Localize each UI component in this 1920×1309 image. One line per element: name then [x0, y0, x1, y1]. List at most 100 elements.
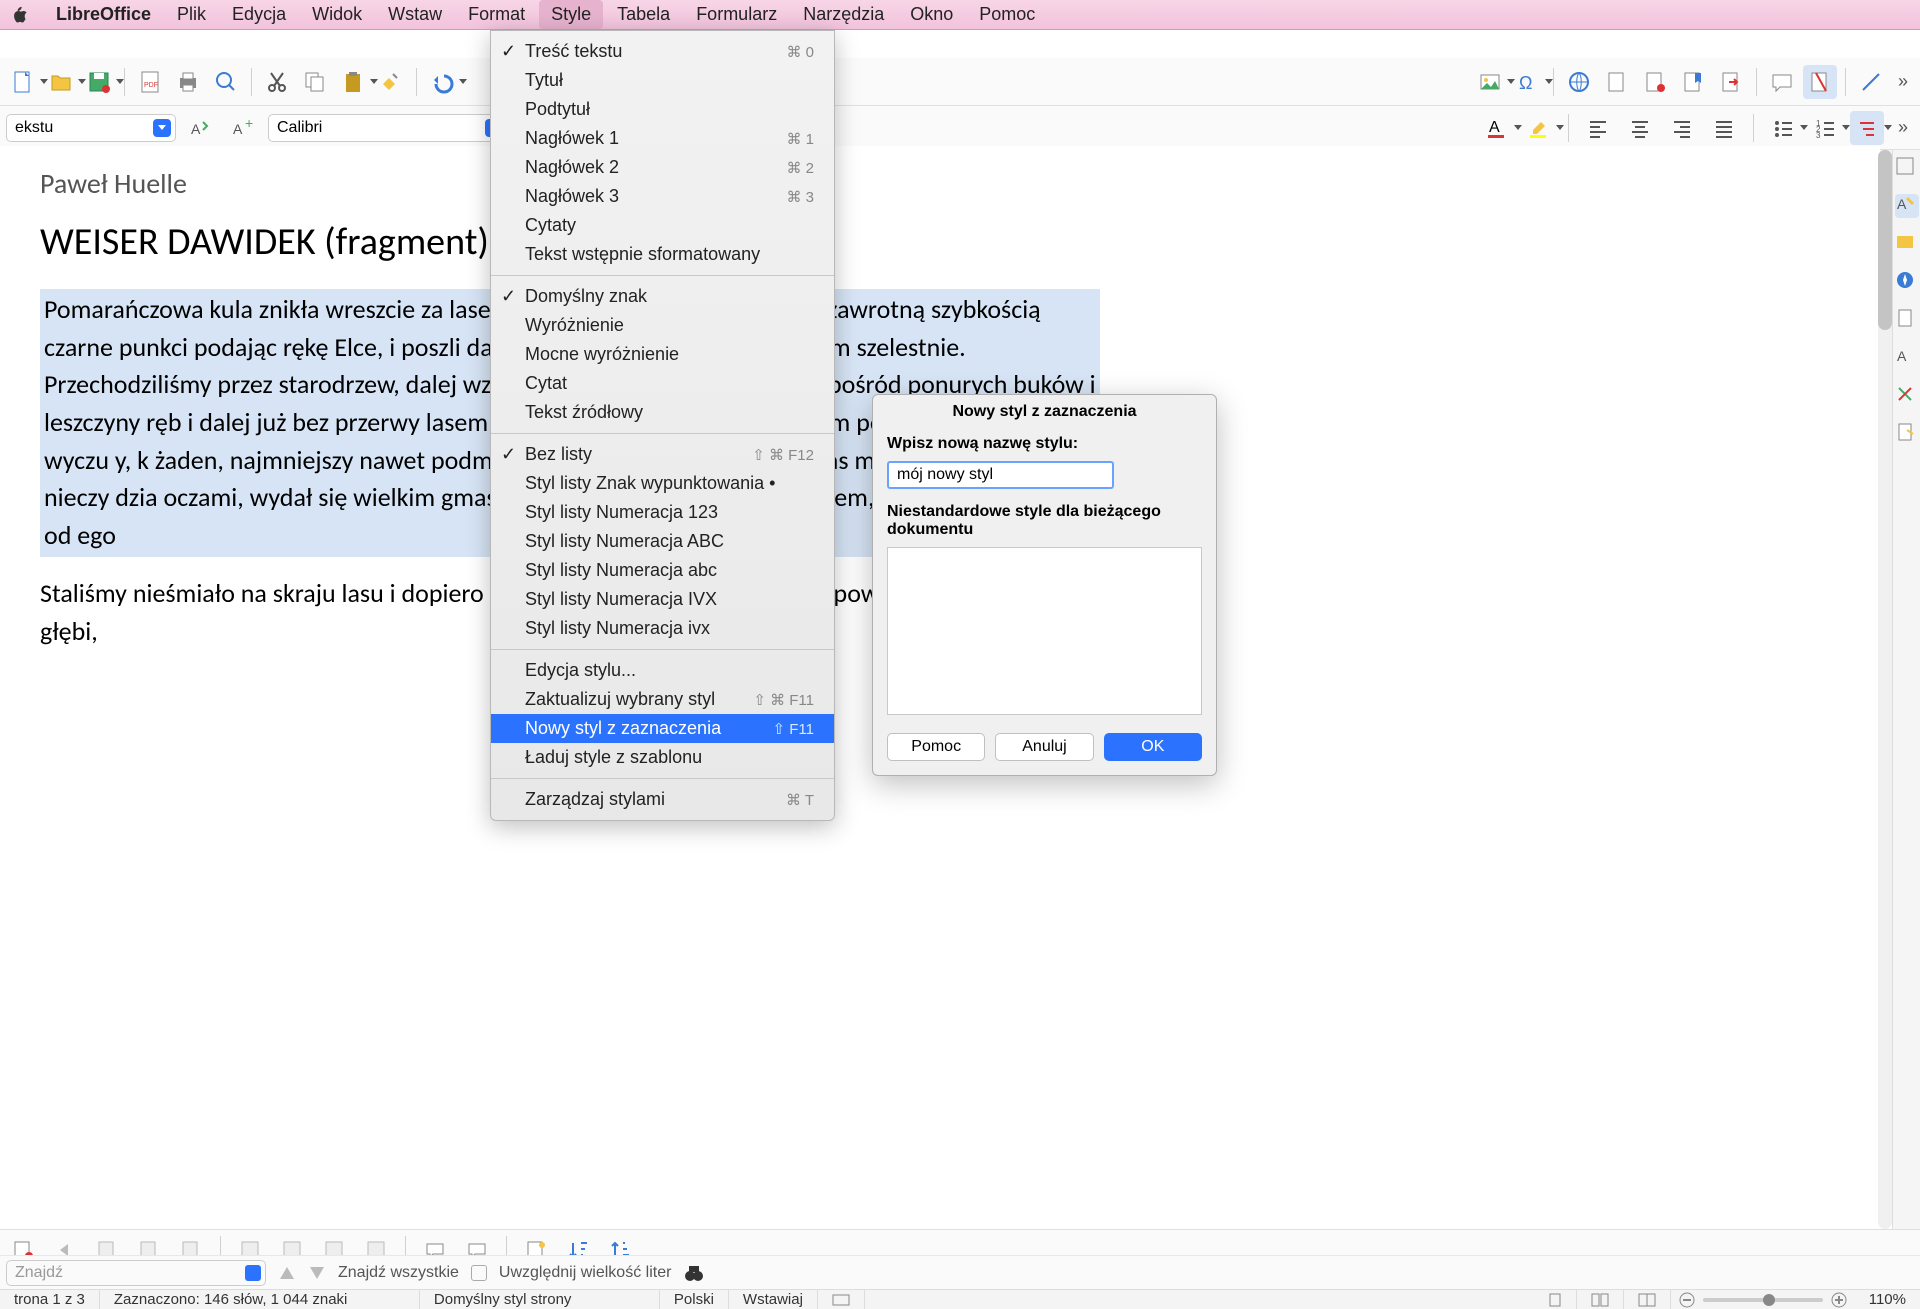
insert-bookmark-button[interactable] [1676, 65, 1710, 99]
status-selection[interactable]: Zaznaczono: 146 słów, 1 044 znaki [100, 1290, 420, 1309]
style-menu-item[interactable]: Wyróżnienie [491, 311, 834, 340]
style-menu-item[interactable]: Treść tekstu⌘ 0 [491, 37, 834, 66]
sidebar-navigator-icon[interactable] [1895, 270, 1919, 294]
fmtbar-overflow-icon[interactable]: » [1892, 117, 1914, 138]
new-doc-button[interactable] [6, 65, 40, 99]
style-menu-item[interactable]: Edycja stylu... [491, 656, 834, 685]
align-left-button[interactable] [1581, 111, 1615, 145]
menu-help[interactable]: Pomoc [967, 0, 1047, 29]
clone-formatting-button[interactable] [374, 65, 408, 99]
style-menu-item[interactable]: Cytaty [491, 211, 834, 240]
line-button[interactable] [1854, 65, 1888, 99]
status-selection-mode[interactable] [818, 1290, 865, 1309]
print-preview-button[interactable] [209, 65, 243, 99]
font-color-button[interactable]: A [1480, 111, 1514, 145]
sidebar-styles-icon[interactable]: A [1895, 194, 1919, 218]
style-menu-item[interactable]: Styl listy Numeracja ivx [491, 614, 834, 643]
bullet-list-button[interactable] [1766, 111, 1800, 145]
style-menu-item[interactable]: Zaktualizuj wybrany styl⇧ ⌘ F11 [491, 685, 834, 714]
menu-insert[interactable]: Wstaw [376, 0, 454, 29]
style-menu-item[interactable]: Nagłówek 1⌘ 1 [491, 124, 834, 153]
style-menu-item[interactable]: Domyślny znak [491, 282, 834, 311]
status-view-multi[interactable] [1577, 1290, 1624, 1309]
font-name-combo[interactable]: Calibri [268, 114, 508, 142]
insert-special-char-button[interactable]: Ω [1511, 65, 1545, 99]
zoom-slider[interactable] [1703, 1298, 1823, 1302]
paragraph-style-combo[interactable]: ekstu [6, 114, 176, 142]
update-style-button[interactable]: A [184, 111, 218, 145]
export-pdf-button[interactable]: PDF [133, 65, 167, 99]
status-page[interactable]: trona 1 z 3 [0, 1290, 100, 1309]
paste-button[interactable] [336, 65, 370, 99]
style-menu-item[interactable]: Bez listy⇧ ⌘ F12 [491, 440, 834, 469]
style-menu-item[interactable]: Tekst wstępnie sformatowany [491, 240, 834, 269]
status-view-single[interactable] [1534, 1290, 1577, 1309]
sidebar-page-icon[interactable] [1895, 308, 1919, 332]
menu-form[interactable]: Formularz [684, 0, 789, 29]
zoom-out-icon[interactable] [1679, 1292, 1695, 1308]
menu-app[interactable]: LibreOffice [44, 0, 163, 29]
menu-file[interactable]: Plik [165, 0, 218, 29]
style-name-input[interactable] [887, 461, 1114, 489]
sidebar-accessibility-icon[interactable] [1895, 422, 1919, 446]
new-style-button[interactable]: A+ [226, 111, 260, 145]
style-menu-item[interactable]: Nagłówek 3⌘ 3 [491, 182, 834, 211]
style-menu-item[interactable]: Tytuł [491, 66, 834, 95]
ok-button[interactable]: OK [1104, 733, 1202, 761]
style-menu-item[interactable]: Mocne wyróżnienie [491, 340, 834, 369]
align-justify-button[interactable] [1707, 111, 1741, 145]
track-changes-button[interactable] [1803, 65, 1837, 99]
help-button[interactable]: Pomoc [887, 733, 985, 761]
vertical-scrollbar[interactable] [1878, 150, 1892, 1229]
match-case-checkbox[interactable] [471, 1265, 487, 1281]
highlight-color-button[interactable] [1522, 111, 1556, 145]
insert-comment-button[interactable] [1765, 65, 1799, 99]
style-menu-item[interactable]: Styl listy Numeracja 123 [491, 498, 834, 527]
sidebar-gallery-icon[interactable] [1895, 232, 1919, 256]
number-list-button[interactable]: 123 [1808, 111, 1842, 145]
save-button[interactable] [82, 65, 116, 99]
cancel-button[interactable]: Anuluj [995, 733, 1093, 761]
status-insert-mode[interactable]: Wstawiaj [729, 1290, 818, 1309]
find-next-icon[interactable] [308, 1264, 326, 1282]
style-menu-item[interactable]: Styl listy Numeracja abc [491, 556, 834, 585]
status-language[interactable]: Polski [660, 1290, 729, 1309]
status-page-style[interactable]: Domyślny styl strony [420, 1290, 660, 1309]
style-menu-item[interactable]: Styl listy Numeracja ABC [491, 527, 834, 556]
toolbar-overflow-icon[interactable]: » [1892, 71, 1914, 92]
status-view-book[interactable] [1624, 1290, 1671, 1309]
status-zoom-value[interactable]: 110% [1855, 1290, 1920, 1309]
style-menu-item[interactable]: Nagłówek 2⌘ 2 [491, 153, 834, 182]
style-menu-item[interactable]: Nowy styl z zaznaczenia⇧ F11 [491, 714, 834, 743]
style-menu-item[interactable]: Styl listy Numeracja IVX [491, 585, 834, 614]
menu-view[interactable]: Widok [300, 0, 374, 29]
style-menu-item[interactable]: Styl listy Znak wypunktowania • [491, 469, 834, 498]
menu-tools[interactable]: Narzędzia [791, 0, 896, 29]
find-input[interactable]: Znajdź [6, 1260, 266, 1286]
hyperlink-button[interactable] [1562, 65, 1596, 99]
menu-style[interactable]: Style [539, 0, 603, 29]
undo-button[interactable] [425, 65, 459, 99]
insert-footnote-button[interactable] [1600, 65, 1634, 99]
cut-button[interactable] [260, 65, 294, 99]
find-prev-icon[interactable] [278, 1264, 296, 1282]
insert-cross-ref-button[interactable] [1714, 65, 1748, 99]
style-menu-item[interactable]: Tekst źródłowy [491, 398, 834, 427]
binoculars-icon[interactable] [683, 1262, 705, 1284]
menu-window[interactable]: Okno [898, 0, 965, 29]
custom-styles-listbox[interactable] [887, 547, 1202, 715]
style-menu-item[interactable]: Cytat [491, 369, 834, 398]
scrollbar-thumb[interactable] [1878, 150, 1892, 330]
menu-format[interactable]: Format [456, 0, 537, 29]
style-menu-item[interactable]: Podtytuł [491, 95, 834, 124]
sidebar-properties-icon[interactable] [1895, 156, 1919, 180]
sidebar-style-inspector-icon[interactable]: A [1895, 346, 1919, 370]
find-all-button[interactable]: Znajdź wszystkie [338, 1264, 459, 1282]
outline-button[interactable] [1850, 111, 1884, 145]
open-button[interactable] [44, 65, 78, 99]
align-right-button[interactable] [1665, 111, 1699, 145]
zoom-in-icon[interactable] [1831, 1292, 1847, 1308]
print-button[interactable] [171, 65, 205, 99]
insert-image-button[interactable] [1473, 65, 1507, 99]
menu-edit[interactable]: Edycja [220, 0, 298, 29]
